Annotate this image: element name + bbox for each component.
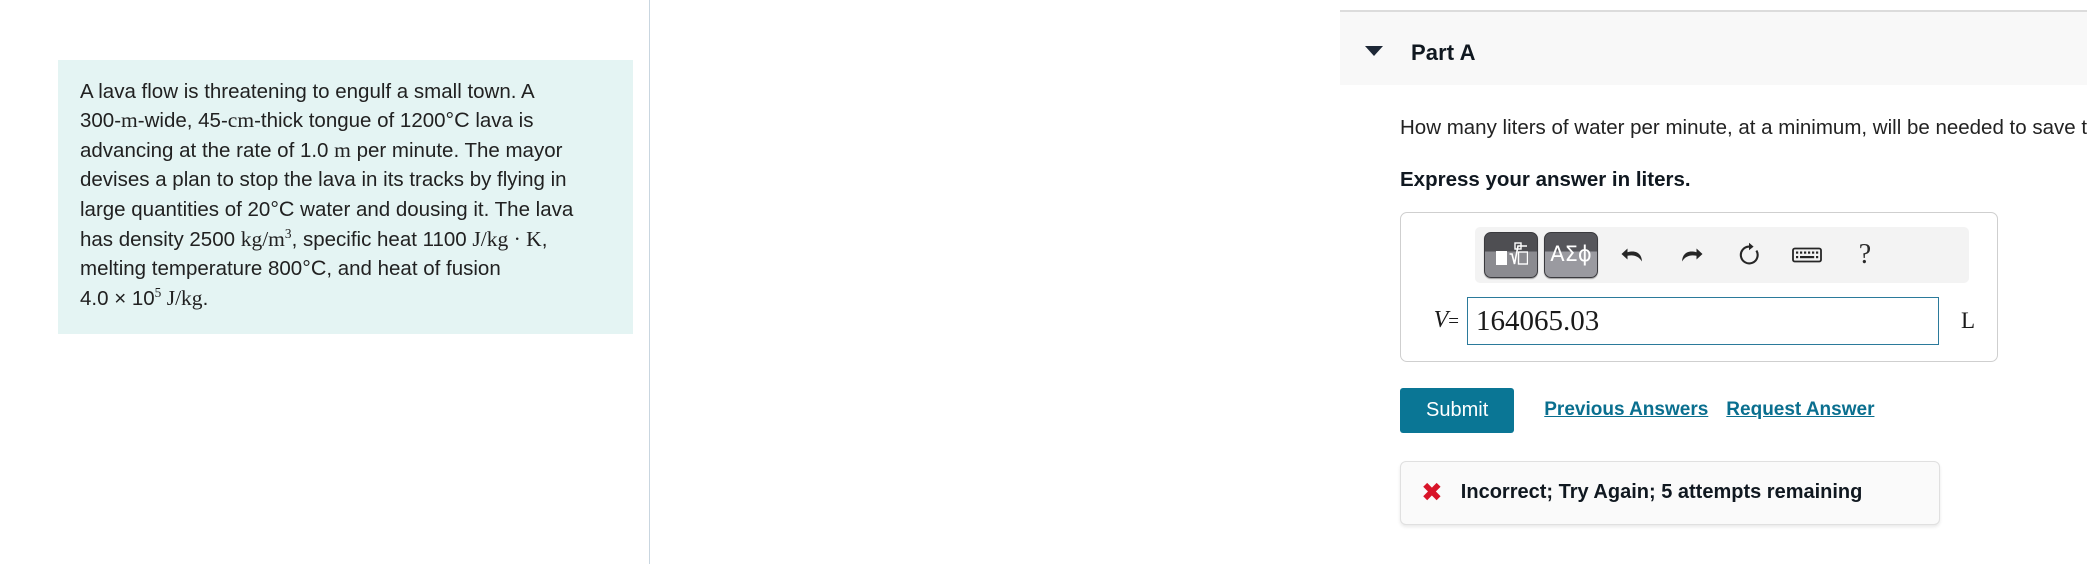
submit-button[interactable]: Submit	[1400, 387, 1515, 433]
answer-pane: Part A How many liters of water per minu…	[650, 0, 2087, 564]
request-answer-link[interactable]: Request Answer	[1726, 399, 1874, 421]
problem-line-1: A lava flow is threatening to engulf a s…	[80, 80, 535, 103]
part-a-body: How many liters of water per minute, at …	[1400, 115, 2087, 525]
problem-line-7-pre: melting temperature 800	[80, 257, 303, 281]
problem-line-2-pre: 300-	[80, 109, 122, 133]
unit-meter-rate: m	[334, 138, 351, 163]
part-a-header[interactable]: Part A	[1340, 10, 2087, 85]
feedback-banner: ✖ Incorrect; Try Again; 5 attempts remai…	[1400, 460, 1940, 525]
caret-down-icon[interactable]	[1365, 46, 1383, 56]
heat-of-fusion-value: 4.0 × 10	[80, 287, 155, 311]
redo-arrow-icon[interactable]	[1668, 233, 1714, 277]
math-template-icon[interactable]	[1484, 231, 1538, 278]
answer-variable: V	[1433, 307, 1449, 334]
unit-specific-heat: J/kg · K	[472, 226, 542, 251]
problem-line-5-pre: large quantities of 20	[80, 197, 271, 221]
unit-centimeter: cm	[227, 108, 255, 133]
keyboard-icon[interactable]	[1784, 233, 1830, 277]
feedback-message: Incorrect; Try Again; 5 attempts remaini…	[1460, 481, 1863, 504]
reset-refresh-icon[interactable]	[1726, 233, 1772, 277]
temp-unit-celsius-1200: °C	[445, 108, 470, 133]
instruction-text: Express your answer in liters.	[1400, 167, 1691, 191]
problem-pane: A lava flow is threatening to engulf a s…	[0, 0, 650, 564]
x-mark-icon: ✖	[1421, 477, 1443, 508]
problem-line-3-end: per minute. The mayor	[350, 139, 563, 163]
temp-unit-celsius-800: °C	[302, 256, 327, 281]
problem-line-8-end: .	[202, 287, 209, 311]
problem-line-5-end: water and dousing it. The lava	[294, 197, 574, 221]
unit-meter: m	[121, 108, 138, 133]
page-root: A lava flow is threatening to engulf a s…	[0, 0, 2087, 564]
math-editor-toolbar: ΑΣϕ ?	[1475, 226, 1969, 283]
problem-statement-card: A lava flow is threatening to engulf a s…	[58, 60, 633, 335]
previous-answers-link[interactable]: Previous Answers	[1544, 399, 1708, 421]
problem-line-2-mid: -wide, 45-	[137, 109, 228, 133]
temp-unit-celsius-20: °C	[270, 196, 295, 221]
unit-density: kg/m3	[240, 225, 292, 251]
problem-line-2-mid2: -thick tongue of 1200	[254, 109, 446, 133]
undo-arrow-icon[interactable]	[1610, 233, 1656, 277]
part-title: Part A	[1411, 40, 1476, 65]
answer-equals-sign: =	[1448, 311, 1459, 333]
problem-line-6-pre: has density 2500	[80, 227, 241, 251]
unit-density-exponent: 3	[284, 225, 292, 241]
unit-density-base: kg/m	[240, 226, 285, 251]
greek-symbols-button[interactable]: ΑΣϕ	[1544, 231, 1598, 278]
problem-line-2-end: lava is	[469, 109, 534, 133]
question-text: How many liters of water per minute, at …	[1400, 116, 2087, 139]
answer-input-row: V= L	[1417, 296, 1981, 345]
problem-line-4: devises a plan to stop the lava in its t…	[80, 168, 567, 192]
greek-symbols-label: ΑΣϕ	[1550, 242, 1592, 267]
help-question-icon[interactable]: ?	[1842, 233, 1888, 277]
problem-line-7-end: , and heat of fusion	[326, 257, 501, 281]
problem-line-6-mid: , specific heat 1100	[291, 227, 473, 251]
problem-line-6-end: ,	[541, 227, 548, 251]
problem-text: A lava flow is threatening to engulf a s…	[80, 78, 611, 314]
answer-unit-label: L	[1961, 307, 1976, 333]
heat-of-fusion-unit: J/kg	[161, 286, 203, 311]
answer-input[interactable]	[1467, 296, 1939, 345]
problem-line-3-pre: advancing at the rate of 1.0	[80, 139, 335, 163]
answer-variable-label: V=	[1417, 307, 1467, 334]
submit-row: Submit Previous Answers Request Answer	[1400, 387, 2087, 433]
answer-entry-box: ΑΣϕ ? V= 164065.03 L	[1400, 211, 1998, 362]
